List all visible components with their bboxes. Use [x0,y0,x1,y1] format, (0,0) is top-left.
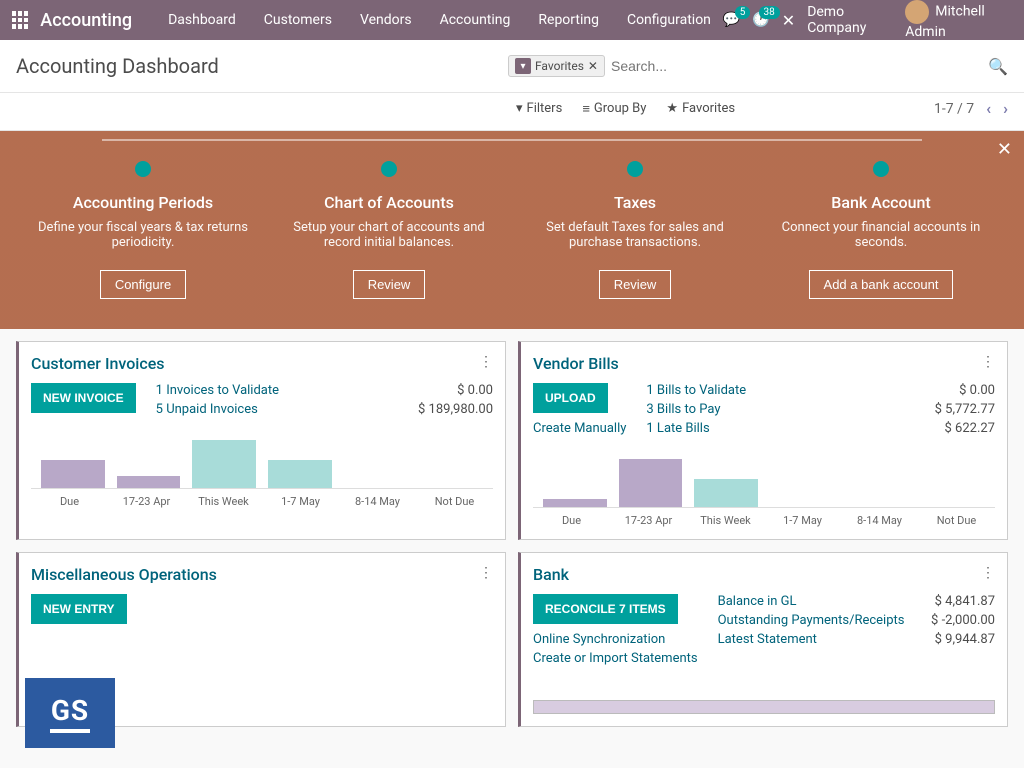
stat-label[interactable]: 1 Bills to Validate [646,383,746,398]
card-title[interactable]: Miscellaneous Operations [31,565,493,584]
step-accounting-periods: Accounting Periods Define your fiscal ye… [20,161,266,299]
bar[interactable] [41,460,105,488]
review-button[interactable]: Review [599,270,672,299]
search-area: ▾Favorites ✕ 🔍 [508,52,1008,80]
card-menu-icon[interactable]: ⋮ [479,565,493,581]
upload-button[interactable]: UPLOAD [533,383,608,413]
search-icon[interactable]: 🔍 [988,57,1008,76]
nav-configuration[interactable]: Configuration [615,4,723,36]
stat-label[interactable]: 1 Late Bills [646,421,709,436]
nav-reporting[interactable]: Reporting [526,4,611,36]
tools-icon[interactable]: ✕ [782,11,795,30]
card-bank: ⋮ Bank RECONCILE 7 ITEMS Online Synchron… [518,552,1008,727]
dashboard-grid: ⋮ Customer Invoices NEW INVOICE 1 Invoic… [0,329,1024,739]
bar[interactable] [543,499,607,507]
card-title[interactable]: Customer Invoices [31,354,493,373]
card-menu-icon[interactable]: ⋮ [479,354,493,370]
user-menu[interactable]: Mitchell Admin [905,0,1012,40]
bar[interactable] [268,460,332,488]
subheader: Accounting Dashboard ▾Favorites ✕ 🔍 [0,40,1024,93]
online-sync-link[interactable]: Online Synchronization [533,632,698,647]
top-nav: Accounting Dashboard Customers Vendors A… [0,0,1024,40]
chart-labels: Due17-23 AprThis Week1-7 May8-14 MayNot … [533,514,995,527]
stat-label[interactable]: 5 Unpaid Invoices [156,402,258,417]
import-statements-link[interactable]: Create or Import Statements [533,651,698,666]
brand[interactable]: Accounting [40,10,132,31]
nav-accounting[interactable]: Accounting [428,4,523,36]
pager-next[interactable]: › [1003,99,1008,118]
favorites-button[interactable]: ★ Favorites [666,101,735,117]
chart-labels: Due17-23 AprThis Week1-7 May8-14 MayNot … [31,495,493,508]
card-title[interactable]: Bank [533,565,995,584]
configure-button[interactable]: Configure [100,270,186,299]
step-dot-icon [381,161,397,177]
filters-button[interactable]: ▾ Filters [516,101,562,117]
filter-icon: ▾ [515,58,531,74]
step-dot-icon [873,161,889,177]
pager-text: 1-7 / 7 [934,101,974,117]
onboarding-banner: ✕ Accounting Periods Define your fiscal … [0,131,1024,329]
bar[interactable] [117,476,181,488]
chip-remove-icon[interactable]: ✕ [588,59,598,73]
groupby-button[interactable]: ≡ Group By [582,101,646,117]
new-invoice-button[interactable]: NEW INVOICE [31,383,136,413]
page-title: Accounting Dashboard [16,54,219,78]
nav-customers[interactable]: Customers [252,4,344,36]
control-bar: ▾ Filters ≡ Group By ★ Favorites 1-7 / 7… [0,93,1024,131]
pager-prev[interactable]: ‹ [986,99,991,118]
apps-icon[interactable] [12,11,28,29]
review-button[interactable]: Review [353,270,426,299]
add-bank-button[interactable]: Add a bank account [809,270,954,299]
step-dot-icon [135,161,151,177]
card-menu-icon[interactable]: ⋮ [981,354,995,370]
card-vendor-bills: ⋮ Vendor Bills UPLOAD Create Manually 1 … [518,341,1008,540]
create-manually-link[interactable]: Create Manually [533,421,626,436]
card-title[interactable]: Vendor Bills [533,354,995,373]
bar[interactable] [694,479,758,507]
avatar [905,0,929,24]
stat-label[interactable]: Latest Statement [718,632,817,647]
chat-icon[interactable]: 💬5 [723,12,740,28]
stat-label[interactable]: 1 Invoices to Validate [156,383,279,398]
step-bank-account: Bank Account Connect your financial acco… [758,161,1004,299]
bar[interactable] [192,440,256,488]
bills-chart [533,458,995,508]
step-dot-icon [627,161,643,177]
bank-progress-bar [533,700,995,714]
nav-vendors[interactable]: Vendors [348,4,424,36]
step-chart-of-accounts: Chart of Accounts Setup your chart of ac… [266,161,512,299]
bar[interactable] [619,459,683,507]
stat-label[interactable]: Balance in GL [718,594,797,609]
gs-badge[interactable]: GS [25,678,115,748]
step-taxes: Taxes Set default Taxes for sales and pu… [512,161,758,299]
nav-menu: Dashboard Customers Vendors Accounting R… [156,4,723,36]
stat-label[interactable]: 3 Bills to Pay [646,402,720,417]
search-input[interactable] [605,52,988,80]
new-entry-button[interactable]: NEW ENTRY [31,594,127,624]
search-chip-favorites[interactable]: ▾Favorites ✕ [508,55,605,77]
close-icon[interactable]: ✕ [997,139,1012,160]
stat-label[interactable]: Outstanding Payments/Receipts [718,613,905,628]
company-selector[interactable]: Demo Company [807,4,893,36]
card-menu-icon[interactable]: ⋮ [981,565,995,581]
nav-dashboard[interactable]: Dashboard [156,4,248,36]
invoice-chart [31,439,493,489]
reconcile-button[interactable]: RECONCILE 7 ITEMS [533,594,678,624]
card-customer-invoices: ⋮ Customer Invoices NEW INVOICE 1 Invoic… [16,341,506,540]
activity-icon[interactable]: 🕐38 [752,12,769,28]
